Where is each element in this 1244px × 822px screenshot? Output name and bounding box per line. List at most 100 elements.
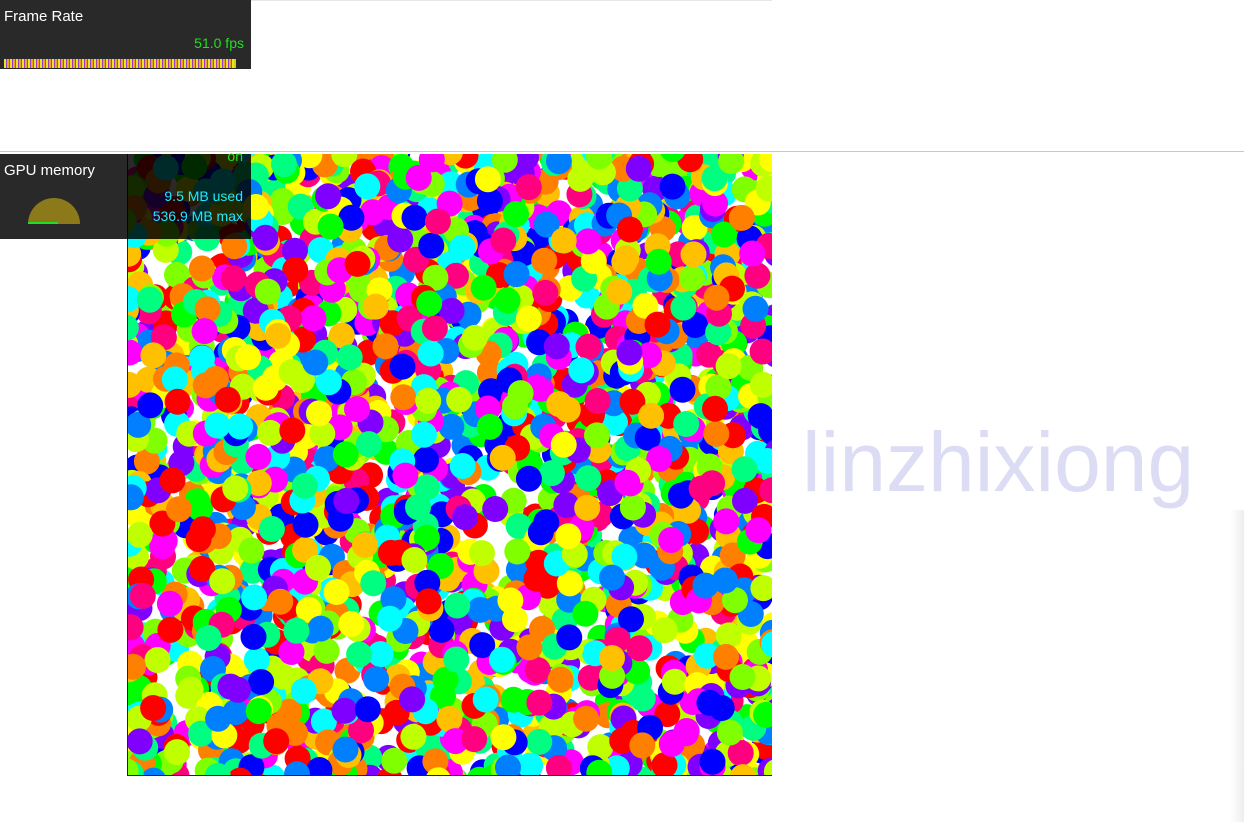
gpu-memory-max: 536.9 MB max bbox=[152, 208, 243, 224]
gpu-memory-used: 9.5 MB used bbox=[164, 188, 243, 204]
particle bbox=[192, 372, 219, 399]
particle bbox=[157, 616, 184, 643]
particle bbox=[401, 204, 428, 231]
particle bbox=[728, 204, 755, 231]
particle bbox=[258, 516, 285, 542]
particle bbox=[670, 294, 697, 321]
particle bbox=[449, 234, 476, 261]
particle bbox=[703, 284, 730, 311]
particle bbox=[360, 570, 387, 597]
particle bbox=[245, 443, 272, 470]
particle bbox=[531, 247, 558, 274]
particle bbox=[658, 730, 685, 757]
particle bbox=[243, 647, 270, 674]
particle bbox=[599, 564, 625, 591]
section-divider bbox=[0, 151, 1244, 152]
particle bbox=[703, 420, 730, 447]
particle bbox=[658, 527, 685, 553]
particle bbox=[220, 265, 247, 292]
particle bbox=[568, 357, 595, 384]
particle bbox=[267, 588, 294, 615]
particle bbox=[584, 388, 611, 414]
particle bbox=[214, 386, 241, 413]
particle bbox=[300, 305, 327, 332]
particle bbox=[702, 395, 728, 422]
particle bbox=[209, 568, 236, 595]
particle bbox=[245, 698, 272, 725]
particle bbox=[389, 353, 416, 380]
particle bbox=[372, 333, 399, 360]
particle bbox=[688, 475, 715, 502]
particle bbox=[413, 446, 439, 473]
particle bbox=[344, 250, 371, 277]
particle bbox=[546, 391, 573, 418]
particle bbox=[446, 386, 473, 413]
particle bbox=[474, 166, 501, 193]
particle bbox=[524, 657, 551, 684]
particle bbox=[332, 441, 359, 468]
particle bbox=[575, 333, 602, 360]
particle bbox=[204, 412, 231, 439]
particle bbox=[574, 494, 601, 521]
particle bbox=[290, 678, 317, 705]
particle bbox=[669, 376, 696, 403]
particle bbox=[254, 278, 281, 305]
particle bbox=[137, 392, 164, 419]
particle bbox=[744, 262, 771, 289]
particle bbox=[673, 411, 700, 437]
particle bbox=[177, 676, 204, 703]
particle bbox=[331, 697, 358, 724]
particle bbox=[189, 516, 216, 543]
particle bbox=[332, 736, 359, 763]
particle-canvas[interactable] bbox=[127, 154, 772, 776]
particle bbox=[599, 645, 625, 671]
particle bbox=[503, 201, 529, 228]
particle bbox=[729, 664, 756, 690]
particle bbox=[354, 173, 381, 200]
particle bbox=[742, 295, 769, 322]
particle bbox=[195, 625, 222, 651]
particle bbox=[739, 240, 766, 267]
particle bbox=[140, 342, 167, 369]
particle bbox=[490, 724, 517, 751]
particle bbox=[227, 413, 254, 440]
particle bbox=[411, 421, 437, 448]
particle bbox=[489, 646, 515, 673]
particle bbox=[543, 333, 570, 360]
particle bbox=[645, 248, 672, 275]
particle bbox=[291, 472, 318, 499]
particle bbox=[129, 582, 156, 609]
particle bbox=[699, 748, 726, 775]
particle-field bbox=[128, 154, 772, 775]
particle bbox=[476, 413, 503, 440]
particle bbox=[470, 274, 497, 301]
particle bbox=[625, 155, 652, 182]
particle bbox=[338, 611, 365, 637]
particle bbox=[136, 286, 163, 313]
particle bbox=[390, 384, 417, 411]
particle bbox=[164, 739, 190, 766]
particle bbox=[363, 666, 390, 693]
particle bbox=[305, 554, 331, 581]
particle bbox=[205, 705, 232, 732]
particle bbox=[575, 465, 602, 492]
particle bbox=[166, 496, 192, 523]
particle bbox=[333, 487, 360, 514]
particle bbox=[302, 349, 329, 376]
particle bbox=[516, 634, 543, 661]
top-divider bbox=[250, 0, 772, 1]
frame-rate-histogram-cursor bbox=[234, 59, 236, 68]
particle bbox=[461, 726, 488, 753]
particle bbox=[405, 164, 432, 191]
particle bbox=[573, 705, 600, 732]
particle bbox=[533, 509, 560, 536]
particle bbox=[415, 588, 442, 615]
particle bbox=[355, 431, 382, 458]
particle bbox=[392, 462, 419, 489]
gpu-usage-gauge bbox=[28, 198, 80, 224]
particle bbox=[336, 344, 363, 371]
particle bbox=[252, 374, 279, 401]
particle bbox=[292, 511, 319, 538]
particle bbox=[619, 494, 646, 521]
particle bbox=[313, 637, 340, 664]
